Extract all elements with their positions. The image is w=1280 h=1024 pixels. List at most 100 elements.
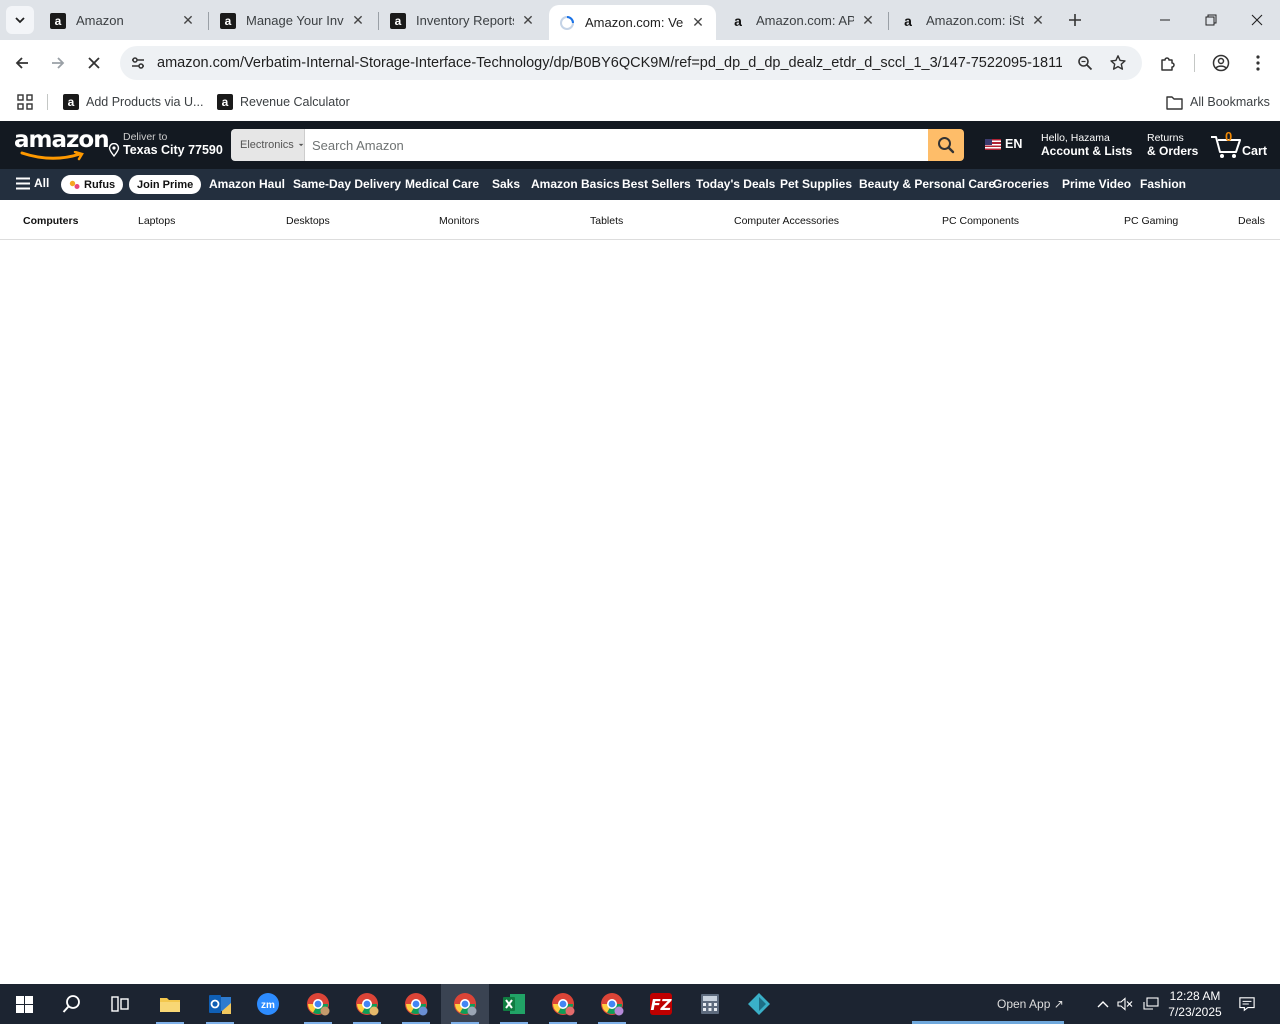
menu-button[interactable]	[1245, 50, 1271, 76]
nav-item-fashion[interactable]: Fashion	[1140, 177, 1186, 191]
amazon-favicon-icon: a	[63, 94, 79, 110]
amazon-logo-text: amazon	[14, 127, 110, 153]
stop-loading-button[interactable]	[78, 47, 110, 79]
close-icon[interactable]: ✕	[350, 12, 366, 29]
browser-tab[interactable]: a Amazon.com: APC ✕	[720, 5, 886, 36]
taskbar-filezilla[interactable]: FZ	[637, 984, 685, 1024]
search-input[interactable]	[305, 129, 928, 161]
bookmark-label: Add Products via U...	[86, 95, 204, 109]
taskbar-chrome-profile[interactable]	[588, 984, 636, 1024]
windows-start-button[interactable]	[0, 984, 48, 1024]
returns-orders-button[interactable]: Returns & Orders	[1147, 132, 1198, 158]
account-lists-button[interactable]: Hello, Hazama Account & Lists	[1041, 132, 1132, 158]
nav-item-same-day-delivery[interactable]: Same-Day Delivery	[293, 177, 401, 191]
app-diamond-icon	[748, 993, 770, 1015]
address-bar[interactable]: amazon.com/Verbatim-Internal-Storage-Int…	[120, 46, 1142, 80]
nav-item-medical-care[interactable]: Medical Care	[405, 177, 479, 191]
tray-overflow-button[interactable]	[1095, 996, 1111, 1012]
minimize-button[interactable]	[1142, 0, 1188, 40]
back-button[interactable]	[6, 47, 38, 79]
volume-button[interactable]	[1117, 996, 1133, 1012]
network-button[interactable]	[1143, 996, 1159, 1012]
subnav-pc-gaming[interactable]: PC Gaming	[1124, 215, 1178, 227]
taskbar-chrome-profile[interactable]	[343, 984, 391, 1024]
restore-button[interactable]	[1188, 0, 1234, 40]
taskbar-excel[interactable]	[490, 984, 538, 1024]
all-bookmarks-button[interactable]: All Bookmarks	[1166, 91, 1270, 113]
amazon-smile-favicon-icon: a	[904, 12, 912, 29]
bookmark-star-icon[interactable]	[1108, 53, 1128, 73]
rufus-button[interactable]: Rufus	[61, 175, 124, 194]
taskbar-file-explorer[interactable]	[146, 984, 194, 1024]
nav-item-todays-deals[interactable]: Today's Deals	[696, 177, 775, 191]
profile-button[interactable]	[1208, 50, 1234, 76]
close-icon[interactable]: ✕	[860, 12, 876, 29]
notifications-button[interactable]	[1239, 996, 1255, 1012]
search-icon	[938, 137, 955, 154]
tab-search-button[interactable]	[6, 6, 34, 34]
nav-item-beauty-personal-care[interactable]: Beauty & Personal Care	[859, 177, 995, 191]
taskbar-search-button[interactable]	[48, 984, 96, 1024]
nav-item-prime-video[interactable]: Prime Video	[1062, 177, 1131, 191]
nav-item-pet-supplies[interactable]: Pet Supplies	[780, 177, 852, 191]
nav-item-best-sellers[interactable]: Best Sellers	[622, 177, 691, 191]
orders-label: & Orders	[1147, 144, 1199, 158]
join-prime-button[interactable]: Join Prime	[129, 175, 202, 194]
bookmark-revenue-calculator[interactable]: a Revenue Calculator	[217, 91, 350, 113]
zoom-icon[interactable]	[1075, 53, 1095, 73]
system-clock[interactable]: 12:28 AM 7/23/2025	[1164, 988, 1226, 1020]
url-text[interactable]: amazon.com/Verbatim-Internal-Storage-Int…	[157, 55, 1062, 71]
bookmark-add-products[interactable]: a Add Products via U...	[63, 91, 203, 113]
nav-item-amazon-haul[interactable]: Amazon Haul	[209, 177, 285, 191]
search-submit-button[interactable]	[928, 129, 964, 161]
close-icon[interactable]: ✕	[180, 12, 196, 29]
tab-divider	[378, 12, 379, 30]
open-app-label[interactable]: Open App ↗	[997, 997, 1064, 1011]
chrome-active-icon	[454, 993, 477, 1016]
close-icon[interactable]: ✕	[690, 14, 706, 31]
forward-button[interactable]	[42, 47, 74, 79]
subnav-computer-accessories[interactable]: Computer Accessories	[734, 215, 839, 227]
subnav-desktops[interactable]: Desktops	[286, 215, 330, 227]
subnav-laptops[interactable]: Laptops	[138, 215, 175, 227]
all-label: All	[34, 176, 50, 190]
all-menu-button[interactable]: All	[15, 176, 49, 190]
amazon-logo[interactable]: amazon	[14, 127, 110, 163]
subnav-computers[interactable]: Computers	[23, 215, 78, 227]
subnav-deals[interactable]: Deals	[1238, 215, 1265, 227]
site-settings-icon[interactable]	[128, 53, 148, 73]
new-tab-button[interactable]	[1063, 8, 1087, 32]
subnav-tablets[interactable]: Tablets	[590, 215, 623, 227]
browser-tab[interactable]: a Amazon ✕	[40, 5, 206, 36]
nav-item-amazon-basics[interactable]: Amazon Basics	[531, 177, 620, 191]
task-view-button[interactable]	[96, 984, 144, 1024]
cart-button[interactable]: 0 Cart	[1210, 129, 1270, 161]
cart-count: 0	[1225, 129, 1233, 144]
extensions-button[interactable]	[1155, 50, 1181, 76]
browser-tab-active[interactable]: Amazon.com: Verbatim ✕	[549, 5, 716, 40]
taskbar-outlook[interactable]	[196, 984, 244, 1024]
browser-tab[interactable]: a Inventory Reports ✕	[380, 5, 546, 36]
close-icon[interactable]: ✕	[1030, 12, 1046, 29]
browser-tab[interactable]: a Manage Your Inventory ✕	[210, 5, 376, 36]
language-selector[interactable]: EN	[985, 137, 1022, 151]
deliver-to-button[interactable]: Deliver to Texas City 77590	[108, 131, 223, 157]
subnav-monitors[interactable]: Monitors	[439, 215, 479, 227]
taskbar-chrome-profile[interactable]	[539, 984, 587, 1024]
taskbar-chrome-profile[interactable]	[392, 984, 440, 1024]
browser-tab[interactable]: a Amazon.com: iStarUSA ✕	[890, 5, 1056, 36]
taskbar-app-diamond[interactable]	[735, 984, 783, 1024]
taskbar-calculator[interactable]	[686, 984, 734, 1024]
amazon-smile-icon	[20, 151, 84, 161]
taskbar-chrome-active[interactable]	[441, 984, 489, 1024]
apps-button[interactable]	[17, 91, 33, 113]
taskbar-zoom[interactable]: zm	[244, 984, 292, 1024]
search-category-dropdown[interactable]: Electronics	[231, 129, 305, 161]
nav-item-saks[interactable]: Saks	[492, 177, 520, 191]
nav-item-groceries[interactable]: Groceries	[993, 177, 1049, 191]
close-icon	[1251, 14, 1263, 26]
taskbar-chrome-w[interactable]	[294, 984, 342, 1024]
subnav-pc-components[interactable]: PC Components	[942, 215, 1019, 227]
close-icon[interactable]: ✕	[520, 12, 536, 29]
close-window-button[interactable]	[1234, 0, 1280, 40]
